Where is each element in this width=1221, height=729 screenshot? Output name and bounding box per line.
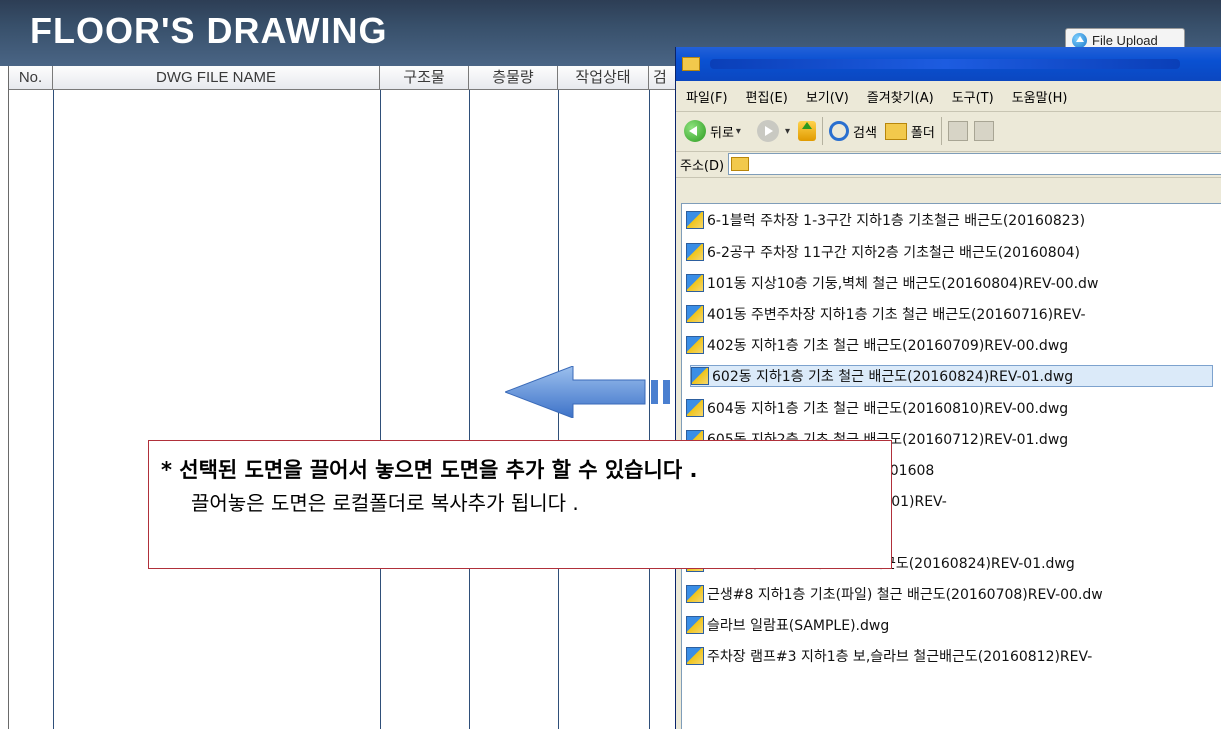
dwg-file-icon — [686, 243, 704, 261]
file-upload-label: File Upload — [1092, 32, 1158, 48]
drag-drop-notice: * 선택된 도면을 끌어서 놓으면 도면을 추가 할 수 있습니다 . 끌어놓은… — [148, 440, 892, 569]
file-list-item[interactable]: 101동 지상10층 기둥,벽체 철근 배근도(20160804)REV-00.… — [686, 272, 1098, 294]
column-header-dwg-file-name[interactable]: DWG FILE NAME — [53, 66, 380, 90]
dwg-file-icon — [686, 399, 704, 417]
column-structure — [380, 90, 470, 729]
folders-label: 폴더 — [910, 125, 935, 141]
file-name: 604동 지하1층 기초 철근 배근도(20160810)REV-00.dwg — [707, 401, 1069, 417]
column-no — [9, 90, 54, 729]
back-button[interactable]: 뒤로 ▾ — [684, 120, 743, 142]
file-name: 401동 주변주차장 지하1층 기초 철근 배근도(20160716)REV- — [707, 307, 1086, 323]
menu-help[interactable]: 도움말(H) — [1012, 87, 1068, 106]
file-list-item[interactable]: 604동 지하1층 기초 철근 배근도(20160810)REV-00.dwg — [686, 397, 1068, 419]
file-name: 101동 지상10층 기둥,벽체 철근 배근도(20160804)REV-00.… — [707, 276, 1099, 292]
redacted-title-bar — [710, 59, 1180, 69]
page-title: FLOOR'S DRAWING — [30, 10, 388, 51]
file-name: 6-1블럭 주차장 1-3구간 지하1층 기초철근 배근도(20160823) — [707, 213, 1086, 229]
chevron-down-icon[interactable]: ▾ — [785, 126, 790, 137]
menu-favorites[interactable]: 즐겨찾기(A) — [867, 87, 934, 106]
forward-button[interactable]: ▾ — [751, 120, 792, 142]
folder-icon — [731, 157, 750, 171]
column-header-structure[interactable]: 구조물 — [380, 66, 469, 90]
explorer-menubar: 파일(F) 편집(E) 보기(V) 즐겨찾기(A) 도구(T) 도움말(H) — [676, 81, 1221, 112]
file-name: 6-2공구 주차장 11구간 지하2층 기초철근 배근도(20160804) — [707, 245, 1080, 261]
menu-file[interactable]: 파일(F) — [686, 87, 728, 106]
chevron-down-icon[interactable]: ▾ — [736, 126, 741, 137]
explorer-toolbar: 뒤로 ▾ ▾ 검색 폴더 — [676, 111, 1221, 152]
address-input[interactable] — [728, 153, 1221, 175]
file-list-item[interactable]: 402동 지하1층 기초 철근 배근도(20160709)REV-00.dwg — [686, 334, 1068, 356]
column-dwg-file-name — [53, 90, 381, 729]
forward-arrow-icon — [756, 120, 779, 142]
file-list-item[interactable]: 6-2공구 주차장 11구간 지하2층 기초철근 배근도(20160804) — [686, 241, 1080, 263]
notice-line-2: 끌어놓은 도면은 로컬폴더로 복사추가 됩니다 . — [191, 491, 579, 515]
search-button[interactable]: 검색 — [828, 121, 877, 141]
folder-icon — [682, 57, 700, 71]
menu-tools[interactable]: 도구(T) — [952, 87, 994, 106]
search-label: 검색 — [852, 125, 877, 141]
dwg-file-icon — [686, 336, 704, 354]
file-list-item[interactable]: 주차장 램프#3 지하1층 보,슬라브 철근배근도(20160812)REV- — [686, 645, 1092, 667]
folder-up-icon[interactable] — [797, 121, 816, 141]
column-header-no[interactable]: No. — [9, 66, 53, 90]
drag-direction-arrow-icon — [505, 366, 670, 418]
dwg-file-icon — [686, 585, 704, 603]
upload-icon — [1072, 32, 1087, 48]
notice-line-1: * 선택된 도면을 끌어서 놓으면 도면을 추가 할 수 있습니다 . — [161, 458, 698, 482]
search-icon — [828, 121, 849, 141]
toolbar-separator — [821, 117, 823, 145]
dwg-file-icon — [686, 647, 704, 665]
address-bar: 주소(D) — [676, 151, 1221, 178]
dwg-file-icon — [691, 367, 709, 385]
column-header-work-status[interactable]: 작업상태 — [558, 66, 649, 90]
dwg-file-icon — [686, 274, 704, 292]
explorer-titlebar[interactable] — [676, 47, 1221, 81]
file-name: 602동 지하1층 기초 철근 배근도(20160824)REV-01.dwg — [712, 369, 1074, 385]
file-list-item[interactable]: 슬라브 일람표(SAMPLE).dwg — [686, 614, 889, 636]
folder-icon — [884, 122, 907, 140]
dwg-file-icon — [686, 305, 704, 323]
file-list-item[interactable]: 6-1블럭 주차장 1-3구간 지하1층 기초철근 배근도(20160823) — [686, 209, 1085, 231]
back-arrow-icon — [684, 120, 706, 142]
dwg-file-icon — [686, 616, 704, 634]
back-label: 뒤로 — [710, 125, 734, 141]
file-name: 402동 지하1층 기초 철근 배근도(20160709)REV-00.dwg — [707, 338, 1069, 354]
file-name: 슬라브 일람표(SAMPLE).dwg — [707, 618, 890, 634]
toolbar-separator — [940, 117, 942, 145]
menu-view[interactable]: 보기(V) — [806, 87, 849, 106]
file-name: 근생#8 지하1층 기초(파일) 철근 배근도(20160708)REV-00.… — [707, 587, 1103, 603]
file-list-item[interactable]: 602동 지하1층 기초 철근 배근도(20160824)REV-01.dwg — [690, 365, 1213, 387]
file-list-item[interactable]: 401동 주변주차장 지하1층 기초 철근 배근도(20160716)REV- — [686, 303, 1086, 325]
file-list-item[interactable]: 근생#8 지하1층 기초(파일) 철근 배근도(20160708)REV-00.… — [686, 583, 1103, 605]
menu-edit[interactable]: 편집(E) — [746, 87, 788, 106]
dwg-file-icon — [686, 211, 704, 229]
copy-to-icon[interactable] — [973, 121, 994, 141]
address-label: 주소(D) — [680, 158, 725, 174]
file-name: 주차장 램프#3 지하1층 보,슬라브 철근배근도(20160812)REV- — [707, 649, 1093, 665]
move-to-icon[interactable] — [947, 121, 968, 141]
folders-button[interactable]: 폴더 — [884, 122, 935, 141]
explorer-window[interactable]: 파일(F) 편집(E) 보기(V) 즐겨찾기(A) 도구(T) 도움말(H) 뒤… — [675, 47, 1221, 729]
column-header-floor-quantity[interactable]: 층물량 — [469, 66, 558, 90]
